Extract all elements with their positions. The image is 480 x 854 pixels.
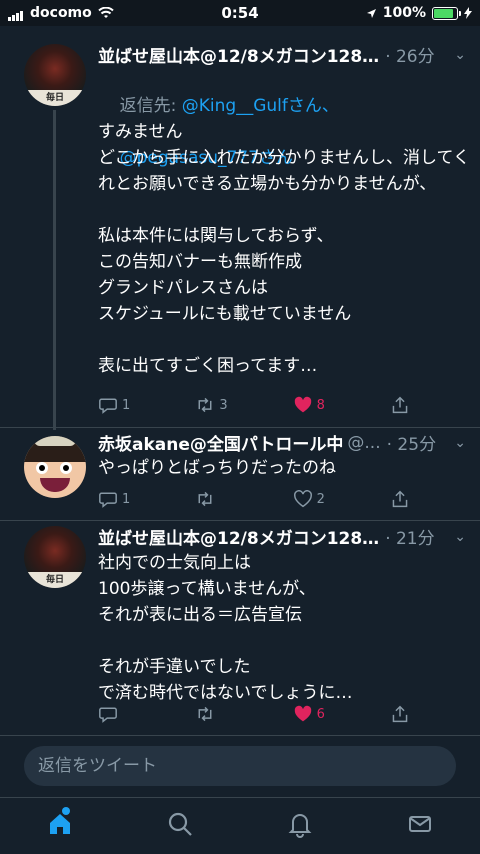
- like-button[interactable]: 6: [293, 705, 363, 723]
- envelope-icon: [409, 816, 431, 832]
- chevron-down-icon[interactable]: ⌄: [448, 435, 466, 451]
- avatar[interactable]: 毎日: [24, 526, 86, 588]
- bell-icon: [288, 814, 312, 838]
- mention-link[interactable]: @King__Gulfさん、: [182, 96, 339, 116]
- tweet-text: やっぱりとばっちりだったのね: [98, 458, 336, 478]
- like-count: 2: [316, 491, 325, 507]
- chevron-down-icon[interactable]: ⌄: [448, 529, 466, 545]
- retweet-button[interactable]: [195, 705, 265, 723]
- heart-icon: [294, 396, 311, 413]
- retweet-icon: [198, 706, 212, 722]
- retweet-button[interactable]: 3: [195, 396, 265, 414]
- reply-button[interactable]: 1: [98, 490, 168, 508]
- like-button[interactable]: 2: [293, 490, 363, 508]
- search-icon: [168, 812, 192, 836]
- author-name[interactable]: 並ばせ屋山本@12/8メガコン128…: [98, 42, 379, 67]
- tab-home[interactable]: [46, 807, 74, 842]
- divider: [0, 520, 480, 521]
- home-icon: [50, 814, 70, 834]
- battery-icon: [432, 6, 461, 20]
- author-name[interactable]: 赤坂akane@全国パトロール中: [98, 430, 343, 455]
- tweet-time: · 21分: [385, 529, 435, 549]
- share-icon: [392, 490, 408, 508]
- tab-messages[interactable]: [406, 810, 434, 842]
- reply-count: 1: [122, 491, 131, 507]
- tab-search[interactable]: [166, 810, 194, 842]
- author-handle[interactable]: @...: [347, 433, 380, 453]
- share-icon: [392, 705, 408, 723]
- divider: [0, 427, 480, 428]
- reply-count: 1: [122, 397, 131, 413]
- share-icon: [392, 396, 408, 414]
- like-count: 6: [316, 706, 325, 722]
- retweet-count: 3: [219, 397, 228, 413]
- status-bar: docomo 0:54 100%: [0, 0, 480, 26]
- new-tweets-indicator: [62, 807, 70, 815]
- reply-icon: [99, 707, 117, 723]
- reply-input[interactable]: 返信をツイート: [24, 746, 456, 786]
- tab-bar: [0, 797, 480, 854]
- reply-to-label: 返信先:: [119, 96, 182, 116]
- share-button[interactable]: [390, 490, 410, 508]
- retweet-icon: [198, 397, 212, 413]
- tab-notifications[interactable]: [286, 810, 314, 842]
- avatar-caption: 毎日: [24, 90, 86, 106]
- share-button[interactable]: [390, 705, 410, 723]
- heart-icon: [293, 490, 312, 508]
- location-arrow-icon: [366, 8, 376, 18]
- retweet-button[interactable]: [195, 490, 265, 508]
- reply-icon: [99, 398, 117, 414]
- like-count: 8: [316, 397, 325, 413]
- retweet-icon: [198, 491, 212, 507]
- reply-button[interactable]: [98, 705, 168, 723]
- author-name[interactable]: 並ばせ屋山本@12/8メガコン128…: [98, 524, 379, 549]
- reply-compose-bar: 返信をツイート: [0, 735, 480, 798]
- tweet-time: · 26分: [385, 47, 435, 67]
- thread-line: [53, 110, 56, 430]
- avatar-caption: 毎日: [24, 572, 86, 588]
- tweet-time: · 25分: [386, 435, 437, 455]
- tweet-text: 社内での士気向上は 100歩譲って構いませんが、 それが表に出る＝広告宣伝 それ…: [98, 553, 353, 703]
- reply-icon: [99, 492, 117, 508]
- like-button[interactable]: 8: [293, 396, 363, 414]
- bolt-icon: [464, 7, 472, 19]
- chevron-down-icon[interactable]: ⌄: [448, 47, 466, 63]
- tweet-text: すみません どこから手に入れたか分かりませんし、消してくれとお願いできる立場かも…: [98, 122, 470, 376]
- reply-button[interactable]: 1: [98, 396, 168, 414]
- avatar[interactable]: 毎日: [24, 44, 86, 106]
- avatar[interactable]: [24, 436, 86, 498]
- share-button[interactable]: [390, 396, 410, 414]
- heart-icon: [294, 705, 311, 722]
- battery-percent: 100%: [382, 5, 426, 21]
